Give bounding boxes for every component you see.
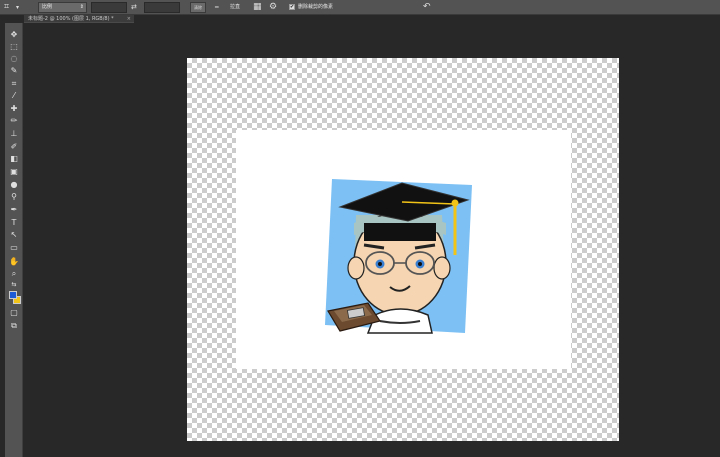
width-input[interactable] [91,2,127,13]
ratio-select[interactable]: 比例 ⇕ [38,2,87,13]
move-tool-icon[interactable]: ✥ [5,29,23,41]
lasso-tool-icon[interactable]: ◌ [5,53,23,65]
type-tool-icon[interactable]: T [5,217,23,229]
height-input[interactable] [144,2,180,13]
chevron-down-icon: ⇕ [79,4,84,10]
crop-tool-icon[interactable]: ⌗ [4,0,9,15]
ratio-value: 比例 [42,4,53,10]
history-brush-tool-icon[interactable]: ✐ [5,141,23,153]
reset-icon[interactable]: ↶ [423,0,431,15]
blur-tool-icon[interactable]: ● [5,179,23,191]
grid-overlay-icon[interactable]: ▦ [253,0,262,15]
dodge-tool-icon[interactable]: ⚲ [5,191,23,203]
graduate-avatar-image [325,179,472,334]
straighten-label[interactable]: 拉直 [230,0,240,15]
quick-select-tool-icon[interactable]: ✎ [5,65,23,77]
crop-tool-icon[interactable]: ⌗ [5,78,23,90]
gear-icon[interactable]: ⚙ [269,0,277,15]
delete-cropped-checkbox[interactable]: ✔ [289,4,295,10]
delete-cropped-label: 删除裁剪的像素 [298,4,334,10]
document-tab[interactable]: 未标题-2 @ 100% (图层 1, RGB/8) * × [24,15,134,23]
swap-colors-icon[interactable]: ⇆ [5,279,23,291]
stamp-tool-icon[interactable]: ⊥ [5,128,23,140]
gradient-tool-icon[interactable]: ▣ [5,166,23,178]
eyedropper-tool-icon[interactable]: ⁄ [5,90,23,102]
tools-panel: ✥ ⬚ ◌ ✎ ⌗ ⁄ ✚ ✏ ⊥ ✐ ◧ ▣ ● ⚲ ✒ T ↖ ▭ ✋ ⌕ … [5,23,23,457]
rectangle-tool-icon[interactable]: ▭ [5,242,23,254]
path-select-tool-icon[interactable]: ↖ [5,229,23,241]
tool-preset-dropdown-icon[interactable]: ▾ [16,0,19,15]
close-icon[interactable]: × [127,15,131,22]
document-tab-title: 未标题-2 @ 100% (图层 1, RGB/8) * [28,16,114,22]
hand-tool-icon[interactable]: ✋ [5,256,23,268]
foreground-color-swatch[interactable] [9,291,17,299]
eraser-tool-icon[interactable]: ◧ [5,153,23,165]
healing-tool-icon[interactable]: ✚ [5,103,23,115]
brush-tool-icon[interactable]: ✏ [5,115,23,127]
screen-mode-icon[interactable]: ⧉ [5,320,23,332]
pen-tool-icon[interactable]: ✒ [5,204,23,216]
straighten-icon[interactable]: ━ [215,0,219,15]
quick-mask-icon[interactable]: ▢ [5,307,23,319]
clear-button[interactable]: 清除 [190,2,206,13]
options-bar: ⌗ ▾ 比例 ⇕ ⇄ 清除 ━ 拉直 ▦ ⚙ ✔ 删除裁剪的像素 ↶ [0,0,720,15]
swap-icon[interactable]: ⇄ [131,0,137,15]
marquee-tool-icon[interactable]: ⬚ [5,41,23,53]
